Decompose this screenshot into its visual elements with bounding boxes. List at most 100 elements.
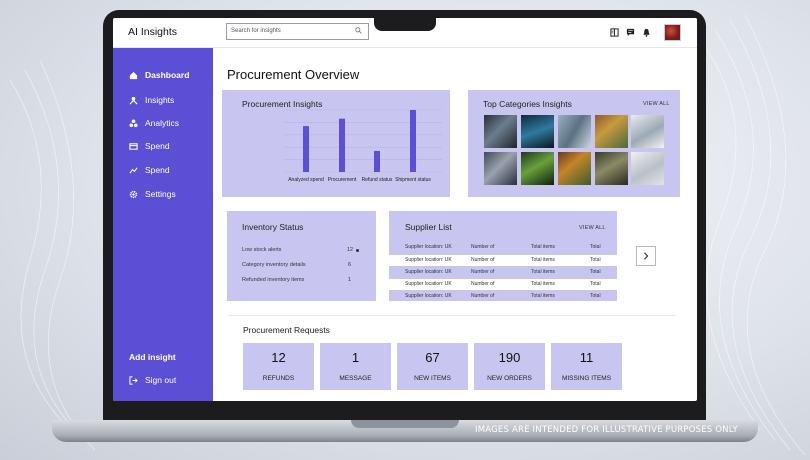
supplier-items: Total items <box>531 244 555 250</box>
sidebar-item-label: Settings <box>145 189 176 199</box>
supplier-list-view-all[interactable]: VIEW ALL <box>579 225 606 231</box>
supplier-items: Total items <box>531 281 555 287</box>
inventory-row-label: Refunded inventory items <box>242 277 305 283</box>
supplier-number: Number of <box>471 269 495 275</box>
search-placeholder: Search for insights <box>231 28 281 34</box>
category-image-8[interactable] <box>558 152 591 185</box>
inventory-row-label: Category inventory details <box>242 262 306 268</box>
sidebar-item-insights[interactable]: Insights <box>129 93 174 107</box>
stat-card-missing-items[interactable]: 11 MISSING ITEMS <box>551 343 622 390</box>
chart-category-label: Refund status <box>362 177 393 183</box>
category-image-10[interactable] <box>631 152 664 185</box>
search-icon[interactable] <box>355 27 362 34</box>
laptop-groove <box>351 420 459 428</box>
supplier-location: Supplier location: UK <box>405 244 452 250</box>
chart-bar[interactable] <box>410 110 416 172</box>
supplier-total: Total <box>590 293 601 299</box>
next-button[interactable] <box>636 246 656 266</box>
chart-bar[interactable] <box>303 126 309 172</box>
supplier-location: Supplier location: UK <box>405 269 452 275</box>
sign-out-label: Sign out <box>145 375 177 385</box>
table-row[interactable]: Supplier location: UK Number of Total it… <box>389 242 617 253</box>
stat-label: NEW ITEMS <box>414 375 451 382</box>
sidebar-item-spend-trend[interactable]: Spend <box>129 163 170 177</box>
insights-icon <box>129 96 138 105</box>
sidebar-item-dashboard[interactable]: Dashboard <box>129 68 189 82</box>
category-image-9[interactable] <box>595 152 628 185</box>
chart-bar[interactable] <box>374 150 380 172</box>
page-title: Procurement Overview <box>227 67 360 82</box>
inventory-row-value: 1 <box>348 277 352 283</box>
chart-category-label: Analyzed spend <box>288 177 324 183</box>
supplier-items: Total items <box>531 257 555 263</box>
stat-label: MESSAGE <box>339 375 372 382</box>
procurement-requests-title: Procurement Requests <box>243 325 330 335</box>
procurement-insights-card: Procurement Insights Analyzed spend Procu… <box>222 90 450 197</box>
supplier-total: Total <box>590 244 601 250</box>
supplier-list-card: Supplier List VIEW ALL Supplier location… <box>389 211 617 301</box>
table-row[interactable]: Supplier location: UK Number of Total it… <box>389 255 617 266</box>
stat-value: 11 <box>579 350 594 365</box>
table-row[interactable]: Supplier location: UK Number of Total it… <box>389 267 617 278</box>
top-categories-title: Top Categories Insights <box>483 99 572 109</box>
top-categories-view-all[interactable]: VIEW ALL <box>643 101 670 107</box>
stat-label: NEW ORDERS <box>487 375 532 382</box>
category-image-4[interactable] <box>595 115 628 148</box>
sign-out-button[interactable]: Sign out <box>129 373 176 387</box>
section-divider <box>228 315 676 316</box>
stat-value: 190 <box>498 350 521 365</box>
stat-value: 1 <box>351 350 360 365</box>
table-row[interactable]: Supplier location: UK Number of Total it… <box>389 279 617 290</box>
sidebar-item-analytics[interactable]: Analytics <box>129 116 179 130</box>
category-image-3[interactable] <box>558 115 591 148</box>
supplier-number: Number of <box>471 293 495 299</box>
add-insight-button[interactable]: Add insight <box>129 350 176 364</box>
bell-icon[interactable] <box>642 28 651 37</box>
supplier-number: Number of <box>471 244 495 250</box>
supplier-number: Number of <box>471 281 495 287</box>
category-image-7[interactable] <box>521 152 554 185</box>
stat-card-new-items[interactable]: 67 NEW ITEMS <box>397 343 468 390</box>
supplier-list-title: Supplier List <box>405 222 452 232</box>
category-image-1[interactable] <box>484 115 517 148</box>
sidebar-item-settings[interactable]: Settings <box>129 187 176 201</box>
supplier-total: Total <box>590 281 601 287</box>
category-image-2[interactable] <box>521 115 554 148</box>
stat-card-refunds[interactable]: 12 REFUNDS <box>243 343 314 390</box>
chevron-right-icon <box>644 252 649 260</box>
home-icon <box>129 71 138 79</box>
sidebar-item-spend[interactable]: Spend <box>129 139 170 153</box>
sidebar-toggle-icon[interactable] <box>610 28 619 37</box>
chat-icon[interactable] <box>626 28 635 37</box>
inventory-status-card: Inventory Status Low stock alerts 12 Cat… <box>227 211 376 301</box>
supplier-location: Supplier location: UK <box>405 281 452 287</box>
analytics-icon <box>129 118 138 127</box>
sidebar-item-label: Analytics <box>145 118 180 128</box>
supplier-total: Total <box>590 269 601 275</box>
sidebar-item-label: Dashboard <box>145 70 190 80</box>
supplier-total: Total <box>590 257 601 263</box>
category-image-5[interactable] <box>631 115 664 148</box>
table-row[interactable]: Supplier location: UK Number of Total it… <box>389 291 617 302</box>
search-input[interactable]: Search for insights <box>226 23 369 40</box>
avatar[interactable] <box>664 24 681 41</box>
stat-card-new-orders[interactable]: 190 NEW ORDERS <box>474 343 545 390</box>
gear-icon <box>129 190 138 198</box>
sidebar: Dashboard Insights Analytics Spend Spend… <box>113 48 213 401</box>
sidebar-item-label: Insights <box>145 95 175 105</box>
chart-bar[interactable] <box>339 118 345 172</box>
stat-value: 12 <box>271 350 286 365</box>
camera-notch <box>374 18 436 31</box>
alert-dot <box>356 249 359 252</box>
card-icon <box>129 142 138 150</box>
chart-category-label: Procurement <box>328 177 357 183</box>
supplier-location: Supplier location: UK <box>405 293 452 299</box>
disclaimer-text: IMAGES ARE INTENDED FOR ILLUSTRATIVE PUR… <box>475 425 738 435</box>
inventory-row-label: Low stock alerts <box>242 247 282 253</box>
top-categories-card: Top Categories Insights VIEW ALL <box>468 90 680 197</box>
procurement-bar-chart: Analyzed spend Procurement Refund status Sh… <box>284 109 442 183</box>
category-image-6[interactable] <box>484 152 517 185</box>
stat-card-message[interactable]: 1 MESSAGE <box>320 343 391 390</box>
supplier-number: Number of <box>471 257 495 263</box>
add-insight-label: Add insight <box>129 352 176 362</box>
